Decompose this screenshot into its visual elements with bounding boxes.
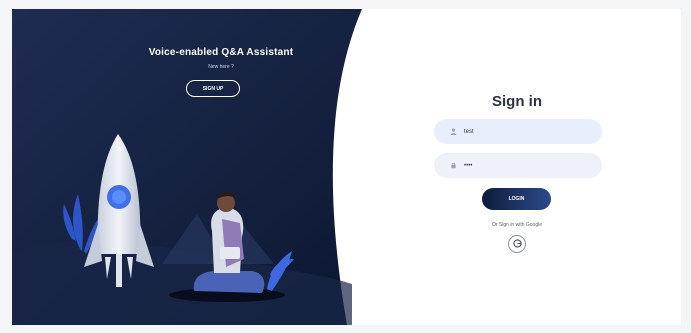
hero-title: Voice-enabled Q&A Assistant bbox=[148, 47, 294, 58]
browser-viewport: Voice-enabled Q&A Assistant New here ? S… bbox=[0, 0, 691, 333]
lock-icon bbox=[448, 162, 458, 169]
hero-subtitle: New here ? bbox=[208, 64, 234, 70]
password-input[interactable] bbox=[464, 162, 584, 169]
username-input[interactable] bbox=[464, 128, 584, 135]
google-signin-button[interactable] bbox=[508, 235, 526, 253]
user-icon bbox=[448, 128, 458, 135]
signin-title: Sign in bbox=[492, 93, 542, 110]
username-field[interactable] bbox=[434, 119, 602, 144]
google-icon bbox=[512, 235, 522, 253]
password-field[interactable] bbox=[434, 153, 602, 178]
login-button[interactable]: LOGIN bbox=[482, 188, 551, 210]
login-page: Voice-enabled Q&A Assistant New here ? S… bbox=[12, 9, 681, 325]
alt-signin-text: Or Sign in with Google bbox=[491, 222, 543, 228]
signup-button[interactable]: SIGN UP bbox=[186, 80, 240, 97]
